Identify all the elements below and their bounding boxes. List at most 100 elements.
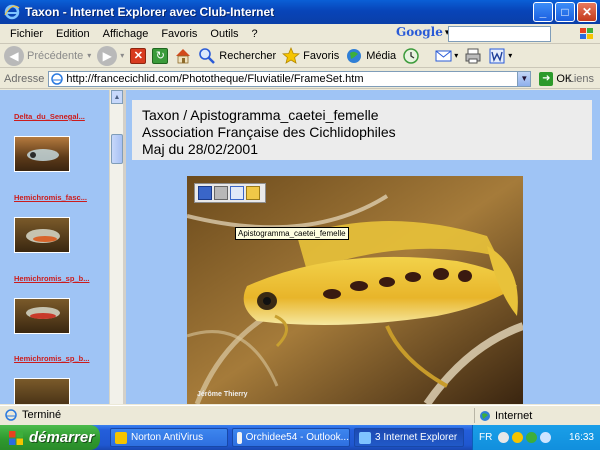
network-icon[interactable] <box>498 432 510 443</box>
back-label: Précédente <box>27 49 84 62</box>
start-button[interactable]: démarrer <box>0 425 100 450</box>
navigation-toolbar: ◀ Précédente ▾ ▶ ▾ ✕ ↻ Rechercher Favori… <box>0 44 600 68</box>
species-thumbnail[interactable] <box>14 136 70 172</box>
save-image-icon[interactable] <box>198 186 212 200</box>
task-label: Orchidee54 - Outlook... <box>245 432 349 443</box>
thumbnail-frame-scrollbar[interactable]: ▲ <box>109 90 123 404</box>
media-button[interactable]: Média <box>345 47 396 65</box>
volume-icon[interactable] <box>540 432 552 443</box>
back-button[interactable]: ◀ Précédente ▾ <box>4 45 91 66</box>
address-bar: Adresse http://francecichlid.com/Phototh… <box>0 69 600 89</box>
task-outlook[interactable]: Orchidee54 - Outlook... <box>232 428 350 447</box>
system-tray: FR 16:33 <box>472 425 600 450</box>
menu-fichier[interactable]: Fichier <box>10 28 43 40</box>
page-icon <box>51 72 64 85</box>
page-content: Delta_du_Senegal... Hemichromis_fasc... … <box>0 90 600 404</box>
mail-dropdown-icon[interactable]: ▾ <box>454 51 458 60</box>
windows-logo-icon <box>9 430 23 445</box>
media-label: Média <box>366 49 397 62</box>
species-link-hemichromis-sp-1[interactable]: Hemichromis_sp_b... <box>14 274 89 283</box>
google-logo: Google <box>396 25 443 39</box>
back-dropdown-icon[interactable]: ▾ <box>87 51 91 60</box>
print-button[interactable] <box>464 47 482 65</box>
internet-explorer-icon <box>4 4 20 20</box>
print-image-icon[interactable] <box>214 186 228 200</box>
menu-outils[interactable]: Outils <box>210 28 238 40</box>
address-input[interactable]: http://francecichlid.com/Phototheque/Flu… <box>48 70 519 87</box>
history-button[interactable] <box>402 47 420 65</box>
photo-credit: Jérôme Thierry <box>197 391 248 398</box>
species-thumbnail[interactable] <box>14 217 70 253</box>
mail-image-icon[interactable] <box>230 186 244 200</box>
species-link-delta[interactable]: Delta_du_Senegal... <box>14 112 85 121</box>
species-thumbnail[interactable] <box>14 378 70 404</box>
history-icon <box>403 47 419 64</box>
taxon-title: Taxon / Apistogramma_caetei_femelle <box>142 107 379 123</box>
star-icon <box>282 46 301 64</box>
fish-photo-image <box>187 176 523 404</box>
address-label: Adresse <box>4 72 45 85</box>
forward-arrow-icon: ▶ <box>97 45 118 66</box>
species-link-hemichromis-sp-2[interactable]: Hemichromis_sp_b... <box>14 354 89 363</box>
language-indicator[interactable]: FR <box>479 432 492 443</box>
fish-thumbnail-image <box>26 229 60 243</box>
stop-button[interactable]: ✕ <box>130 47 147 64</box>
minimize-button[interactable]: _ <box>533 2 553 22</box>
refresh-button[interactable]: ↻ <box>152 47 169 64</box>
menu-help[interactable]: ? <box>252 28 258 40</box>
printer-icon <box>465 48 481 63</box>
zone-label: Internet <box>495 409 533 422</box>
menu-affichage[interactable]: Affichage <box>103 28 149 40</box>
status-bar: Terminé Internet <box>0 405 600 424</box>
word-edit-icon <box>489 48 505 63</box>
start-label: démarrer <box>29 429 95 446</box>
forward-dropdown-icon[interactable]: ▾ <box>120 51 124 60</box>
google-search-input[interactable] <box>448 26 551 42</box>
task-internet-explorer[interactable]: 3 Internet Explorer <box>354 428 464 447</box>
favorites-button[interactable]: Favoris <box>282 46 339 65</box>
internet-explorer-icon <box>359 431 371 444</box>
home-button[interactable] <box>174 47 192 65</box>
forward-button[interactable]: ▶ ▾ <box>97 45 124 66</box>
antivirus-tray-icon[interactable] <box>512 432 524 443</box>
stop-icon: ✕ <box>130 47 147 64</box>
internet-zone-icon <box>480 410 490 421</box>
windows-flag-icon <box>580 28 593 39</box>
search-button[interactable]: Rechercher <box>198 47 276 65</box>
species-link-hemichromis-fasc[interactable]: Hemichromis_fasc... <box>14 193 87 202</box>
media-globe-icon <box>347 48 362 63</box>
back-arrow-icon: ◀ <box>4 45 24 66</box>
menu-bar: Fichier Edition Affichage Favoris Outils… <box>0 24 600 44</box>
thumbnail-frame: Delta_du_Senegal... Hemichromis_fasc... … <box>0 90 109 404</box>
menu-edition[interactable]: Edition <box>56 28 90 40</box>
outlook-icon <box>237 431 242 444</box>
image-toolbar <box>194 183 266 203</box>
fish-photo[interactable]: Apistogramma_caetei_femelle Jérôme Thier… <box>187 176 523 404</box>
google-toolbar[interactable]: Google ▾ <box>396 25 449 39</box>
fish-thumbnail-image <box>27 149 59 161</box>
mail-button[interactable]: ▾ <box>434 47 458 65</box>
edit-button[interactable]: ▾ <box>488 47 512 65</box>
title-bar: Taxon - Internet Explorer avec Club-Inte… <box>0 0 600 24</box>
open-folder-icon[interactable] <box>246 186 260 200</box>
address-url: http://francecichlid.com/Phototheque/Flu… <box>66 72 364 85</box>
search-icon <box>199 47 216 64</box>
messenger-icon[interactable] <box>526 432 538 443</box>
maximize-button[interactable]: □ <box>555 2 575 22</box>
task-norton[interactable]: Norton AntiVirus <box>110 428 228 447</box>
edit-dropdown-icon[interactable]: ▾ <box>508 51 512 60</box>
address-dropdown-icon[interactable]: ▼ <box>517 70 532 87</box>
close-button[interactable]: ✕ <box>577 2 597 22</box>
status-text: Terminé <box>22 409 62 421</box>
species-thumbnail[interactable] <box>14 298 70 334</box>
refresh-icon: ↻ <box>152 47 169 64</box>
scroll-up-arrow-icon[interactable]: ▲ <box>111 90 123 104</box>
links-button[interactable]: Liens <box>568 73 594 85</box>
clock[interactable]: 16:33 <box>569 432 594 443</box>
menu-favoris[interactable]: Favoris <box>161 28 197 40</box>
go-arrow-icon: ➜ <box>539 71 554 86</box>
taskbar: démarrer Norton AntiVirus Orchidee54 - O… <box>0 425 600 450</box>
scrollbar-thumb[interactable] <box>111 134 123 164</box>
home-icon <box>176 48 191 63</box>
norton-icon <box>115 431 127 444</box>
